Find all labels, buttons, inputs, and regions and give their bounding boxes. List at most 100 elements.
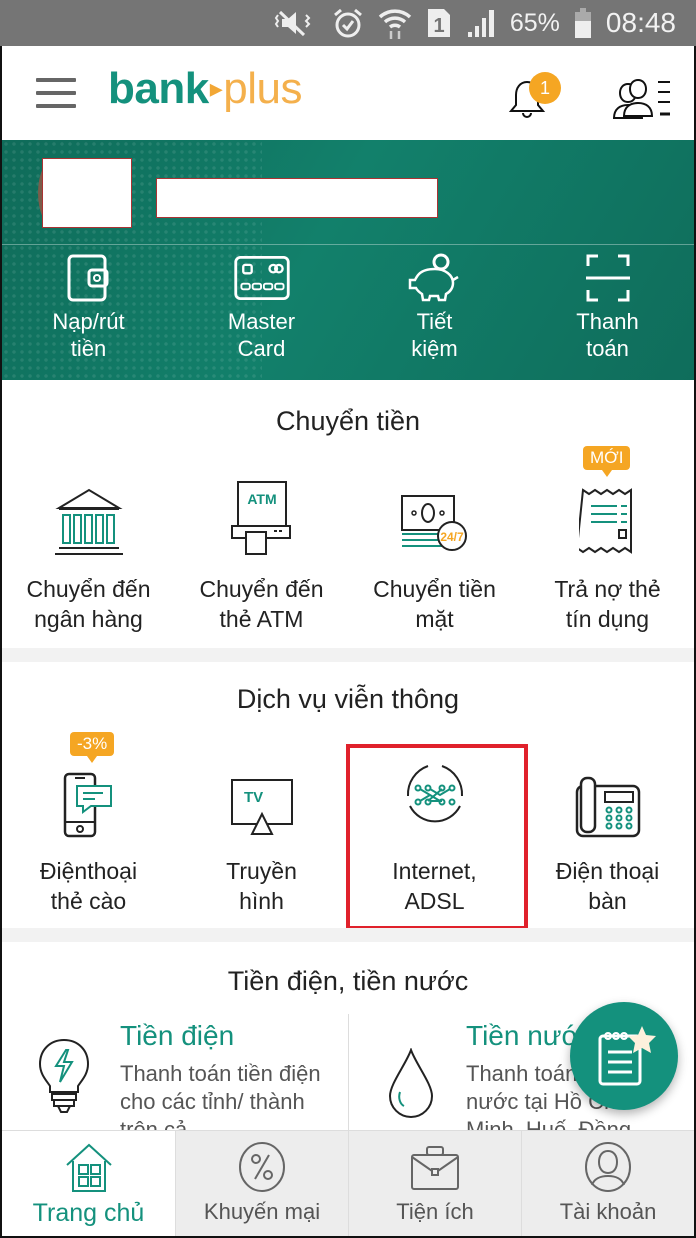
item-label: Chuyển đến xyxy=(26,576,151,602)
quick-action-deposit-withdraw[interactable]: Nạp/rút tiền xyxy=(2,252,175,362)
wallet-icon xyxy=(67,254,108,302)
transfer-grid: Chuyển đến ngân hàng ATM Chuyển đến thẻ AT… xyxy=(2,446,694,634)
signal-icon xyxy=(467,10,494,37)
tab-label: Khuyến mại xyxy=(203,1199,321,1224)
water-drop-icon xyxy=(388,1048,434,1118)
home-icon xyxy=(65,1143,112,1192)
lightbulb-icon xyxy=(38,1038,90,1113)
telecom-section: Dịch vụ viễn thông -3% Điệnthoại thẻ cào … xyxy=(2,662,694,930)
app-bar: bank▸plus 1 xyxy=(2,46,694,140)
notification-count-badge: 1 xyxy=(529,72,561,104)
bottom-navigation: Trang chủ Khuyến mại Tiện ích Tài khoản xyxy=(2,1130,694,1236)
quick-action-label: Thanh xyxy=(576,309,639,334)
notepad-star-icon xyxy=(598,1026,656,1086)
menu-line xyxy=(36,104,76,108)
quick-action-label: Nạp/rút xyxy=(52,309,125,334)
logo-bank: bank xyxy=(108,64,209,113)
svg-text:TV: TV xyxy=(244,789,263,806)
item-label: thẻ cào xyxy=(50,888,127,914)
bank-icon xyxy=(54,488,123,555)
svg-text:24/7: 24/7 xyxy=(440,530,464,544)
piggy-bank-icon xyxy=(408,253,459,302)
quick-action-label: kiệm xyxy=(411,336,458,361)
item-label: Điệnthoại xyxy=(39,858,138,884)
logo-plus: plus xyxy=(223,64,302,113)
quick-action-mastercard[interactable]: Master Card xyxy=(175,252,348,362)
tab-utilities[interactable]: Tiện ích xyxy=(348,1131,521,1236)
receipt-icon xyxy=(578,488,632,554)
section-separator xyxy=(2,648,694,662)
highlight-box xyxy=(346,744,528,930)
username-redacted xyxy=(156,178,438,218)
item-label: Chuyển đến xyxy=(199,576,324,602)
hamburger-menu-button[interactable] xyxy=(36,78,76,108)
cash-24-7-icon: 24/7 xyxy=(400,495,467,551)
transfer-section: Chuyển tiền Chuyển đến ngân hàng ATM Chuy… xyxy=(2,380,694,648)
phone-card-icon xyxy=(63,772,112,838)
tab-promotions[interactable]: Khuyến mại xyxy=(175,1131,348,1236)
item-label: bàn xyxy=(588,888,627,914)
tab-label: Trang chủ xyxy=(32,1199,145,1227)
tab-account[interactable]: Tài khoản xyxy=(521,1131,694,1236)
quick-actions: Nạp/rút tiền Master Card Tiết kiệm Thanh toá… xyxy=(2,252,694,362)
section-separator xyxy=(2,928,694,942)
menu-line xyxy=(36,91,76,95)
transfer-to-bank[interactable]: Chuyển đến ngân hàng xyxy=(2,456,175,634)
item-label: mặt xyxy=(415,606,454,632)
quick-action-savings[interactable]: Tiết kiệm xyxy=(348,252,521,362)
item-label: hình xyxy=(239,888,284,914)
svg-text:1: 1 xyxy=(433,15,444,37)
quick-action-label: Master xyxy=(227,309,296,334)
bankplus-logo: bank▸plus xyxy=(108,64,302,114)
divider xyxy=(2,244,694,245)
transfer-cash[interactable]: 24/7 Chuyển tiền mặt xyxy=(348,456,521,634)
battery-percent: 65% xyxy=(509,8,560,37)
alarm-icon xyxy=(333,8,362,38)
item-label: Điện thoại xyxy=(555,858,660,884)
new-badge: MỚI xyxy=(583,446,631,477)
electricity-bill-card[interactable]: Tiền điện Thanh toán tiền điện cho các t… xyxy=(2,1014,348,1142)
clock: 08:48 xyxy=(605,7,676,38)
item-label: Truyền xyxy=(226,858,297,884)
app-screen: bank▸plus 1 Nạp/rút tiền Master Card Tiế… xyxy=(0,46,696,1238)
menu-line xyxy=(36,78,76,82)
quick-action-payment[interactable]: Thanh toán xyxy=(521,252,694,362)
phone-top-up-card[interactable]: -3% Điệnthoại thẻ cào xyxy=(2,732,175,916)
pay-credit-card-debt[interactable]: MỚI Trả nợ thẻ tín dụng xyxy=(521,446,694,634)
credit-card-icon xyxy=(233,255,290,301)
account-header: Nạp/rút tiền Master Card Tiết kiệm Thanh toá… xyxy=(2,140,694,380)
quick-action-label: Tiết xyxy=(416,309,453,334)
transfer-to-atm-card[interactable]: ATM Chuyển đến thẻ ATM xyxy=(175,456,348,634)
tv-icon: TV xyxy=(230,779,293,835)
favorites-fab-button[interactable] xyxy=(570,1002,678,1110)
avatar-redacted[interactable] xyxy=(42,158,132,228)
television[interactable]: TV Truyền hình xyxy=(175,738,348,916)
tab-label: Tài khoản xyxy=(559,1199,657,1224)
user-icon xyxy=(585,1142,631,1192)
desk-phone-icon xyxy=(575,776,640,838)
item-label: thẻ ATM xyxy=(219,606,304,632)
status-bar: 1 65% 08:48 xyxy=(0,0,696,46)
percent-icon xyxy=(239,1142,285,1192)
logo-arrow: ▸ xyxy=(209,73,223,103)
tab-home[interactable]: Trang chủ xyxy=(2,1131,175,1236)
battery-icon xyxy=(574,8,591,38)
tab-label: Tiện ích xyxy=(396,1199,474,1224)
wifi-icon xyxy=(378,9,412,39)
quick-action-label: toán xyxy=(586,336,629,361)
section-title: Dịch vụ viễn thông xyxy=(236,684,460,714)
accounts-list-icon[interactable] xyxy=(610,76,674,120)
landline-phone[interactable]: Điện thoại bàn xyxy=(521,738,694,916)
item-label: tín dụng xyxy=(565,606,650,632)
section-title: Tiền điện, tiền nước xyxy=(227,966,469,996)
svg-text:ATM: ATM xyxy=(247,491,276,507)
card-title: Tiền điện xyxy=(120,1020,235,1051)
atm-icon: ATM xyxy=(230,481,291,555)
quick-action-label: tiền xyxy=(70,336,107,361)
scan-icon xyxy=(585,254,630,302)
briefcase-icon xyxy=(411,1146,459,1190)
section-title: Chuyển tiền xyxy=(275,406,421,436)
quick-action-label: Card xyxy=(237,336,286,361)
item-label: Chuyển tiền xyxy=(373,576,496,602)
item-label: ngân hàng xyxy=(34,606,143,632)
